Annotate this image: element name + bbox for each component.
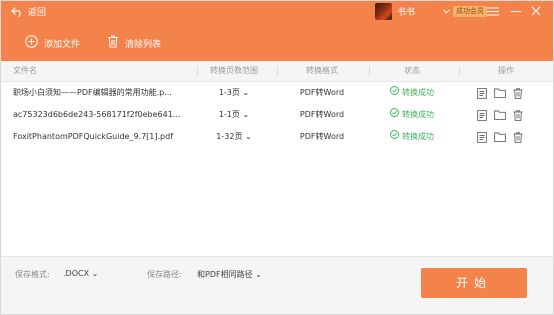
page-range-select[interactable]: 1-1页 ⌄: [203, 104, 265, 126]
column-divider: [277, 66, 278, 76]
status-badge: 转换成功: [381, 126, 443, 148]
start-button[interactable]: 开始: [421, 268, 527, 298]
column-divider: [369, 66, 370, 76]
clear-list-button[interactable]: 清除列表: [107, 35, 161, 51]
trash-icon: [107, 35, 119, 51]
save-format-select[interactable]: .DOCX ⌄: [63, 269, 98, 278]
back-label: 返回: [28, 8, 47, 18]
plus-circle-icon: [25, 35, 38, 51]
back-button[interactable]: 返回: [11, 5, 46, 18]
footer-bar: 保存格式: .DOCX ⌄ 保存路径: 和PDF相同路径 ⌄ 开始: [1, 256, 553, 314]
folder-icon[interactable]: [494, 110, 506, 120]
row-actions: [477, 126, 539, 148]
status-text: 转换成功: [402, 88, 434, 97]
row-actions: [477, 82, 539, 104]
page-range-value: 1-32页: [216, 132, 243, 141]
page-range-select[interactable]: 1-32页 ⌄: [203, 126, 265, 148]
save-path-label: 保存路径:: [147, 270, 182, 279]
file-name: FoxitPhantomPDFQuickGuide_9.7[1].pdf: [13, 132, 174, 141]
column-divider: [197, 66, 198, 76]
chevron-down-icon: ⌄: [91, 269, 99, 278]
table-header: 文件名 转换页数范围 转换格式 状态 操作: [1, 61, 553, 82]
table-row: ac75323d6b6de243-568171f2f0ebe641... 1-1…: [1, 104, 553, 126]
convert-format: PDF转Word: [299, 110, 345, 119]
column-divider: [459, 66, 460, 76]
convert-format: PDF转Word: [299, 132, 345, 141]
vip-badge[interactable]: 成功会员: [453, 6, 488, 17]
menu-icon[interactable]: [486, 4, 500, 18]
header-bar: 返回 书书 成功会员 添加文件 清除列表: [1, 1, 553, 61]
file-name: 职场小白须知——PDF编辑器的常用功能.p...: [13, 88, 172, 97]
status-badge: 转换成功: [381, 82, 443, 104]
table-row: 职场小白须知——PDF编辑器的常用功能.p... 1-3页 ⌄ PDF转Word…: [1, 82, 553, 104]
page-range-value: 1-1页: [218, 110, 240, 119]
row-actions: [477, 104, 539, 126]
save-path-value: 和PDF相同路径: [197, 270, 253, 279]
avatar[interactable]: [375, 3, 392, 20]
user-area[interactable]: 书书 成功会员: [375, 3, 488, 20]
status-badge: 转换成功: [381, 104, 443, 126]
document-icon[interactable]: [477, 87, 487, 99]
minimize-icon[interactable]: [509, 4, 523, 18]
column-header-status: 状态: [404, 66, 420, 75]
save-format-label: 保存格式:: [15, 270, 50, 279]
close-icon[interactable]: [529, 4, 543, 18]
save-format-value: .DOCX: [63, 269, 90, 278]
document-icon[interactable]: [477, 131, 487, 143]
chevron-down-icon[interactable]: [443, 7, 450, 16]
app-window: 返回 书书 成功会员 添加文件 清除列表 文件名 转换页数范围 转换格式 状态 …: [0, 0, 554, 315]
user-name: 书书: [397, 8, 416, 18]
column-header-range: 转换页数范围: [210, 66, 258, 75]
document-icon[interactable]: [477, 109, 487, 121]
status-text: 转换成功: [402, 132, 434, 141]
column-header-format: 转换格式: [306, 66, 338, 75]
back-arrow-icon: [11, 6, 24, 17]
chevron-down-icon: ⌄: [255, 270, 262, 279]
clear-list-label: 清除列表: [125, 39, 162, 50]
column-header-filename: 文件名: [13, 66, 37, 75]
check-circle-icon: [390, 126, 399, 148]
check-circle-icon: [390, 82, 399, 104]
folder-icon[interactable]: [494, 132, 506, 142]
trash-icon[interactable]: [513, 109, 523, 121]
add-file-button[interactable]: 添加文件: [25, 35, 80, 51]
file-name: ac75323d6b6de243-568171f2f0ebe641...: [13, 110, 181, 119]
chevron-down-icon: ⌄: [242, 110, 250, 119]
chevron-down-icon: ⌄: [245, 132, 252, 141]
trash-icon[interactable]: [513, 87, 523, 99]
save-path-select[interactable]: 和PDF相同路径 ⌄: [197, 269, 262, 280]
status-text: 转换成功: [402, 110, 434, 119]
chevron-down-icon: ⌄: [242, 88, 250, 97]
table-row: FoxitPhantomPDFQuickGuide_9.7[1].pdf 1-3…: [1, 126, 553, 148]
trash-icon[interactable]: [513, 131, 523, 143]
add-file-label: 添加文件: [44, 39, 81, 50]
convert-format: PDF转Word: [299, 88, 345, 97]
page-range-value: 1-3页: [218, 88, 240, 97]
page-range-select[interactable]: 1-3页 ⌄: [203, 82, 265, 104]
folder-icon[interactable]: [494, 88, 506, 98]
check-circle-icon: [390, 104, 399, 126]
column-header-actions: 操作: [498, 66, 514, 75]
